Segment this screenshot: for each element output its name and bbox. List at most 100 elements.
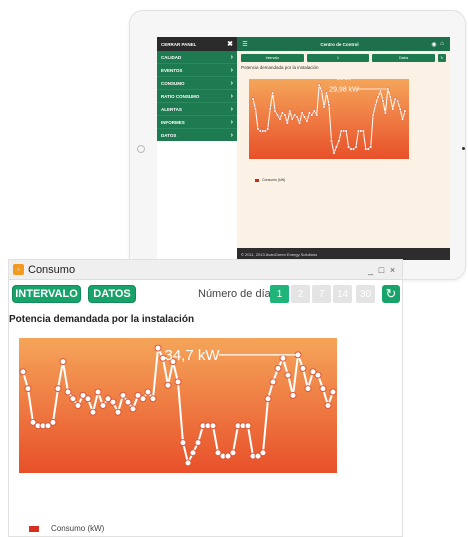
data-point[interactable] bbox=[139, 395, 147, 403]
data-point[interactable] bbox=[322, 105, 326, 109]
data-point[interactable] bbox=[396, 99, 400, 103]
data-point[interactable] bbox=[256, 127, 260, 131]
data-point[interactable] bbox=[19, 368, 27, 376]
data-point[interactable] bbox=[398, 107, 402, 111]
data-point[interactable] bbox=[109, 398, 117, 406]
day-option-1[interactable]: 1 bbox=[270, 285, 289, 303]
data-point[interactable] bbox=[64, 388, 72, 396]
data-point[interactable] bbox=[94, 388, 102, 396]
data-point[interactable] bbox=[371, 113, 375, 117]
data-point[interactable] bbox=[319, 385, 327, 393]
data-point[interactable] bbox=[344, 129, 348, 133]
data-point[interactable] bbox=[284, 371, 292, 379]
data-point[interactable] bbox=[305, 119, 309, 123]
menu-icon[interactable]: ☰ bbox=[241, 40, 249, 48]
data-point[interactable] bbox=[283, 113, 287, 117]
data-point[interactable] bbox=[271, 91, 275, 95]
data-point[interactable] bbox=[289, 391, 297, 399]
close-panel-item[interactable]: CERRAR PANEL ✖ bbox=[157, 37, 237, 51]
sidebar-item-informes[interactable]: INFORMES › bbox=[157, 116, 237, 129]
data-point[interactable] bbox=[298, 121, 302, 125]
intervalo-button[interactable]: INTERVALO bbox=[12, 285, 81, 303]
data-point[interactable] bbox=[229, 449, 237, 457]
data-point[interactable] bbox=[144, 388, 152, 396]
data-point[interactable] bbox=[129, 405, 137, 413]
data-point[interactable] bbox=[275, 113, 280, 117]
day-option-14[interactable]: 14 bbox=[333, 285, 352, 303]
globe-icon[interactable]: ◉ bbox=[430, 40, 438, 48]
data-point[interactable] bbox=[299, 364, 307, 372]
data-point[interactable] bbox=[268, 107, 272, 111]
data-point[interactable] bbox=[179, 439, 187, 447]
data-point[interactable] bbox=[302, 115, 307, 119]
data-point[interactable] bbox=[119, 391, 127, 399]
minimize-icon[interactable]: _ bbox=[365, 265, 376, 275]
data-point[interactable] bbox=[69, 395, 77, 403]
sidebar-item-eventos[interactable]: EVENTOS › bbox=[157, 64, 237, 77]
data-point[interactable] bbox=[293, 113, 297, 117]
data-point[interactable] bbox=[347, 145, 351, 149]
sidebar-item-alertas[interactable]: ALERTAS › bbox=[157, 103, 237, 116]
data-point[interactable] bbox=[149, 395, 157, 403]
data-point[interactable] bbox=[388, 95, 392, 99]
day-option-7[interactable]: 7 bbox=[312, 285, 331, 303]
data-point[interactable] bbox=[274, 364, 282, 372]
data-point[interactable] bbox=[114, 408, 122, 416]
data-point[interactable] bbox=[383, 111, 387, 115]
data-point[interactable] bbox=[354, 145, 358, 149]
data-point[interactable] bbox=[337, 139, 341, 143]
data-point[interactable] bbox=[307, 111, 311, 115]
data-point[interactable] bbox=[189, 449, 197, 457]
day-option-2[interactable]: 2 bbox=[291, 285, 310, 303]
data-point[interactable] bbox=[278, 117, 282, 121]
data-point[interactable] bbox=[332, 151, 336, 155]
data-point[interactable] bbox=[253, 107, 258, 111]
data-point[interactable] bbox=[300, 111, 304, 115]
data-point[interactable] bbox=[317, 83, 321, 87]
data-point[interactable] bbox=[381, 99, 385, 103]
data-point[interactable] bbox=[315, 113, 319, 117]
close-icon[interactable]: ✖ bbox=[227, 41, 233, 48]
data-point[interactable] bbox=[329, 388, 337, 396]
data-point[interactable] bbox=[361, 129, 365, 133]
home-icon[interactable]: ⌂ bbox=[438, 40, 446, 48]
tablet-intervalo-button[interactable]: Intervalo bbox=[241, 54, 304, 62]
data-point[interactable] bbox=[194, 439, 202, 447]
data-point[interactable] bbox=[266, 127, 270, 131]
data-point[interactable] bbox=[366, 147, 370, 151]
data-point[interactable] bbox=[369, 145, 373, 149]
close-icon[interactable]: × bbox=[387, 265, 398, 275]
data-point[interactable] bbox=[400, 117, 405, 121]
data-point[interactable] bbox=[310, 113, 314, 117]
data-point[interactable] bbox=[285, 121, 289, 125]
data-point[interactable] bbox=[324, 91, 329, 95]
maximize-icon[interactable]: □ bbox=[376, 265, 387, 275]
data-point[interactable] bbox=[209, 422, 217, 430]
data-point[interactable] bbox=[329, 139, 334, 143]
data-point[interactable] bbox=[99, 402, 107, 409]
data-point[interactable] bbox=[84, 395, 92, 403]
data-point[interactable] bbox=[174, 378, 182, 386]
data-point[interactable] bbox=[403, 109, 407, 113]
data-point[interactable] bbox=[280, 111, 284, 115]
data-point[interactable] bbox=[327, 103, 331, 107]
data-point[interactable] bbox=[324, 402, 332, 409]
data-point[interactable] bbox=[279, 354, 287, 362]
data-point[interactable] bbox=[89, 408, 97, 416]
tablet-days-select[interactable]: 1 bbox=[306, 54, 370, 62]
sidebar-item-consumo[interactable]: CONSUMO › bbox=[157, 77, 237, 90]
refresh-icon[interactable]: ↻ bbox=[382, 285, 400, 303]
data-point[interactable] bbox=[295, 115, 299, 119]
data-point[interactable] bbox=[314, 371, 322, 379]
refresh-icon[interactable]: ↻ bbox=[438, 54, 447, 62]
data-point[interactable] bbox=[320, 89, 324, 93]
data-point[interactable] bbox=[288, 109, 292, 113]
data-point[interactable] bbox=[376, 95, 380, 99]
data-point[interactable] bbox=[154, 344, 162, 352]
data-point[interactable] bbox=[393, 97, 397, 101]
data-point[interactable] bbox=[264, 395, 272, 403]
data-point[interactable] bbox=[351, 147, 356, 151]
data-point[interactable] bbox=[184, 459, 192, 467]
data-point[interactable] bbox=[74, 402, 82, 409]
data-point[interactable] bbox=[378, 89, 383, 93]
